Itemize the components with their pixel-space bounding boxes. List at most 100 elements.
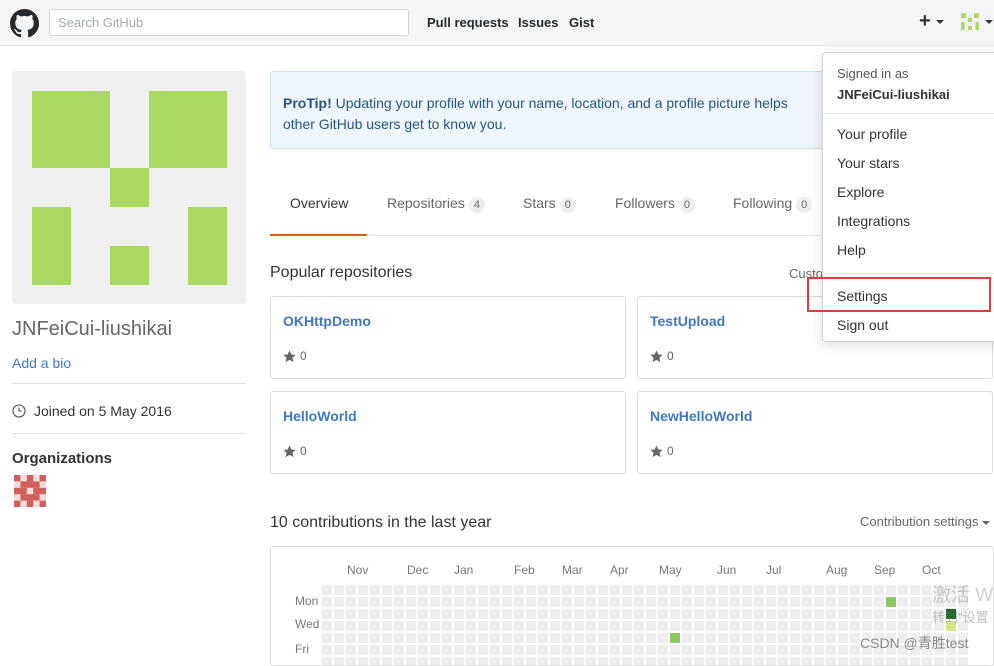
contribution-day[interactable] (370, 621, 380, 631)
contribution-day[interactable] (526, 645, 536, 655)
avatar-chevron-down-icon[interactable] (985, 20, 993, 24)
contribution-day[interactable] (418, 585, 428, 595)
contribution-day[interactable] (742, 645, 752, 655)
contribution-day[interactable] (406, 585, 416, 595)
contribution-day[interactable] (334, 609, 344, 619)
contribution-day[interactable] (406, 609, 416, 619)
contribution-day[interactable] (910, 621, 920, 631)
contribution-day[interactable] (694, 585, 704, 595)
contribution-day[interactable] (694, 645, 704, 655)
contribution-day[interactable] (526, 597, 536, 607)
contribution-day[interactable] (826, 621, 836, 631)
contribution-day[interactable] (574, 609, 584, 619)
contribution-day[interactable] (682, 633, 692, 643)
contribution-day[interactable] (418, 621, 428, 631)
tab-overview[interactable]: Overview (270, 180, 367, 236)
contribution-day[interactable] (502, 585, 512, 595)
contribution-day[interactable] (406, 597, 416, 607)
contribution-day[interactable] (742, 621, 752, 631)
contribution-day[interactable] (394, 609, 404, 619)
contribution-day[interactable] (670, 597, 680, 607)
contribution-day[interactable] (838, 633, 848, 643)
contribution-day[interactable] (466, 633, 476, 643)
contribution-day[interactable] (586, 657, 596, 666)
contribution-day[interactable] (682, 657, 692, 666)
contribution-day[interactable] (682, 621, 692, 631)
contribution-day[interactable] (790, 633, 800, 643)
contribution-day[interactable] (910, 609, 920, 619)
menu-explore[interactable]: Explore (837, 184, 884, 200)
contribution-day[interactable] (670, 609, 680, 619)
contribution-day[interactable] (394, 657, 404, 666)
menu-help[interactable]: Help (837, 242, 866, 258)
contribution-day[interactable] (466, 609, 476, 619)
contribution-day[interactable] (910, 657, 920, 666)
contribution-day[interactable] (670, 645, 680, 655)
contribution-day[interactable] (454, 597, 464, 607)
contribution-day[interactable] (694, 621, 704, 631)
menu-sign-out[interactable]: Sign out (837, 317, 888, 333)
contribution-day[interactable] (478, 645, 488, 655)
contribution-day[interactable] (850, 585, 860, 595)
contribution-day[interactable] (334, 621, 344, 631)
contribution-day[interactable] (358, 609, 368, 619)
search-input[interactable] (49, 9, 409, 36)
contribution-day[interactable] (718, 585, 728, 595)
contribution-day[interactable] (766, 585, 776, 595)
contribution-day[interactable] (874, 657, 884, 666)
contribution-day[interactable] (562, 597, 572, 607)
contribution-day[interactable] (622, 621, 632, 631)
nav-issues[interactable]: Issues (518, 15, 558, 30)
contribution-day[interactable] (490, 657, 500, 666)
contribution-day[interactable] (874, 621, 884, 631)
contribution-settings-dropdown[interactable]: Contribution settings (860, 514, 991, 529)
contribution-day[interactable] (730, 609, 740, 619)
contribution-day[interactable] (514, 585, 524, 595)
contribution-day[interactable] (742, 597, 752, 607)
contribution-day[interactable] (826, 645, 836, 655)
contribution-day[interactable] (658, 597, 668, 607)
contribution-day[interactable] (442, 621, 452, 631)
contribution-day[interactable] (490, 633, 500, 643)
contribution-day[interactable] (658, 621, 668, 631)
contribution-day[interactable] (334, 657, 344, 666)
contribution-day[interactable] (718, 621, 728, 631)
contribution-day[interactable] (874, 609, 884, 619)
contribution-day[interactable] (658, 657, 668, 666)
contribution-day[interactable] (598, 585, 608, 595)
contribution-day[interactable] (862, 609, 872, 619)
contribution-day[interactable] (658, 585, 668, 595)
contribution-day[interactable] (682, 609, 692, 619)
contribution-day[interactable] (538, 597, 548, 607)
contribution-day[interactable] (814, 585, 824, 595)
contribution-day[interactable] (826, 633, 836, 643)
contribution-day[interactable] (634, 585, 644, 595)
contribution-day[interactable] (502, 597, 512, 607)
contribution-day[interactable] (490, 585, 500, 595)
contribution-day[interactable] (754, 645, 764, 655)
contribution-day[interactable] (538, 633, 548, 643)
contribution-day[interactable] (430, 633, 440, 643)
tab-stars[interactable]: Stars 0 (523, 180, 576, 236)
contribution-day[interactable] (538, 585, 548, 595)
contribution-day[interactable] (322, 609, 332, 619)
contribution-day[interactable] (562, 621, 572, 631)
contribution-day[interactable] (478, 657, 488, 666)
contribution-day[interactable] (418, 645, 428, 655)
contribution-day[interactable] (742, 633, 752, 643)
contribution-day[interactable] (790, 597, 800, 607)
new-plus-icon[interactable]: + (919, 10, 931, 33)
contribution-day[interactable] (874, 585, 884, 595)
contribution-day[interactable] (646, 597, 656, 607)
contribution-day[interactable] (898, 657, 908, 666)
contribution-day[interactable] (886, 609, 896, 619)
contribution-day[interactable] (706, 657, 716, 666)
contribution-day[interactable] (658, 633, 668, 643)
contribution-day[interactable] (346, 609, 356, 619)
contribution-day[interactable] (646, 609, 656, 619)
contribution-day[interactable] (766, 645, 776, 655)
contribution-day[interactable] (478, 597, 488, 607)
contribution-day[interactable] (670, 657, 680, 666)
contribution-day[interactable] (706, 621, 716, 631)
contribution-day[interactable] (562, 633, 572, 643)
